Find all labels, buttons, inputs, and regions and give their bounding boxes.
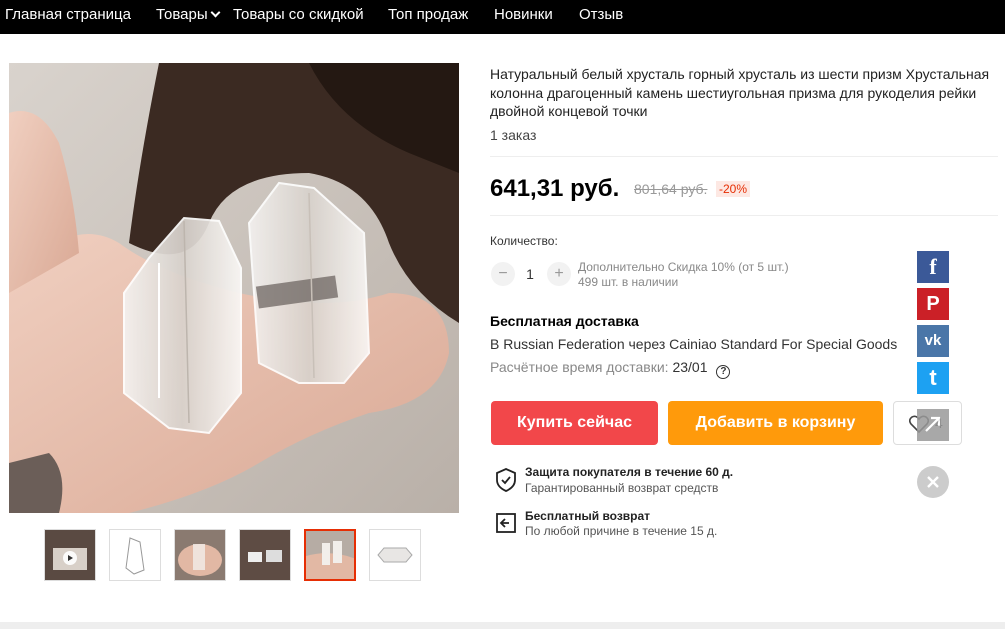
quantity-decrease-button[interactable]: − xyxy=(491,262,515,286)
quantity-notes: Дополнительно Скидка 10% (от 5 шт.) 499 … xyxy=(578,260,789,290)
chevron-down-icon xyxy=(210,7,221,18)
thumbnail-sketch-image xyxy=(110,530,160,580)
close-share-bar-icon[interactable] xyxy=(917,466,949,498)
top-navigation: Главная страница Товары Товары со скидко… xyxy=(0,0,1005,34)
shipping-method[interactable]: В Russian Federation через Cainiao Stand… xyxy=(490,336,897,352)
thumbnail-5[interactable] xyxy=(304,529,356,581)
nav-item-products[interactable]: Товары xyxy=(156,0,221,30)
nav-item-new[interactable]: Новинки xyxy=(494,0,553,30)
divider xyxy=(490,215,998,216)
free-return-title: Бесплатный возврат xyxy=(525,509,651,523)
quantity-increase-button[interactable]: + xyxy=(547,262,571,286)
thumbnail-video-image xyxy=(45,530,95,580)
thumbnail-6[interactable] xyxy=(369,529,421,581)
orders-count: 1 заказ xyxy=(490,127,537,143)
divider xyxy=(490,156,998,157)
shipping-title: Бесплатная доставка xyxy=(490,313,639,329)
quantity-input[interactable] xyxy=(518,262,542,286)
thumbnail-hand-image xyxy=(175,530,225,580)
help-icon[interactable]: ? xyxy=(716,365,731,379)
thumbnail-2[interactable] xyxy=(109,529,161,581)
delivery-time: Расчётное время доставки: 23/01 ? xyxy=(490,359,731,379)
quantity-label: Количество: xyxy=(490,234,558,248)
shield-icon xyxy=(496,468,516,492)
thumbnail-crystal-image xyxy=(370,530,420,580)
add-to-cart-button[interactable]: Добавить в корзину xyxy=(668,401,883,445)
thumbnail-4[interactable] xyxy=(239,529,291,581)
pinterest-share-icon[interactable]: P xyxy=(917,288,949,320)
thumbnail-3[interactable] xyxy=(174,529,226,581)
close-icon xyxy=(927,476,939,488)
thumbnail-pair-image xyxy=(240,530,290,580)
crystal-photo xyxy=(9,63,459,513)
nav-item-top-sales[interactable]: Топ продаж xyxy=(388,0,468,30)
bulk-discount-note: Дополнительно Скидка 10% (от 5 шт.) xyxy=(578,260,789,274)
free-return-subtitle: По любой причине в течение 15 д. xyxy=(525,524,718,538)
thumbnail-selected-image xyxy=(306,531,354,579)
current-price: 641,31 руб. xyxy=(490,175,620,202)
stock-count: 499 шт. в наличии xyxy=(578,275,679,289)
old-price: 801,64 руб. xyxy=(634,181,708,197)
bottom-bar xyxy=(0,622,1005,629)
thumbnail-1[interactable] xyxy=(44,529,96,581)
share-more-icon[interactable] xyxy=(917,409,949,441)
nav-item-home[interactable]: Главная страница xyxy=(5,0,131,30)
facebook-share-icon[interactable]: f xyxy=(917,251,949,283)
return-icon xyxy=(496,513,516,533)
buy-now-button[interactable]: Купить сейчас xyxy=(491,401,658,445)
vk-share-icon[interactable]: vk xyxy=(917,325,949,357)
nav-item-review[interactable]: Отзыв xyxy=(579,0,623,30)
buyer-protection-subtitle: Гарантированный возврат средств xyxy=(525,481,719,495)
nav-item-products-label: Товары xyxy=(156,6,208,23)
share-icon xyxy=(925,416,941,432)
nav-item-discounts[interactable]: Товары со скидкой xyxy=(233,0,364,30)
main-product-image[interactable] xyxy=(9,63,459,513)
twitter-share-icon[interactable]: t xyxy=(917,362,949,394)
buyer-protection-title: Защита покупателя в течение 60 д. xyxy=(525,465,734,479)
discount-badge: -20% xyxy=(716,181,751,197)
product-title: Натуральный белый хрусталь горный хруста… xyxy=(490,66,990,119)
delivery-time-label: Расчётное время доставки: xyxy=(490,359,669,375)
delivery-time-value: 23/01 xyxy=(672,359,708,375)
